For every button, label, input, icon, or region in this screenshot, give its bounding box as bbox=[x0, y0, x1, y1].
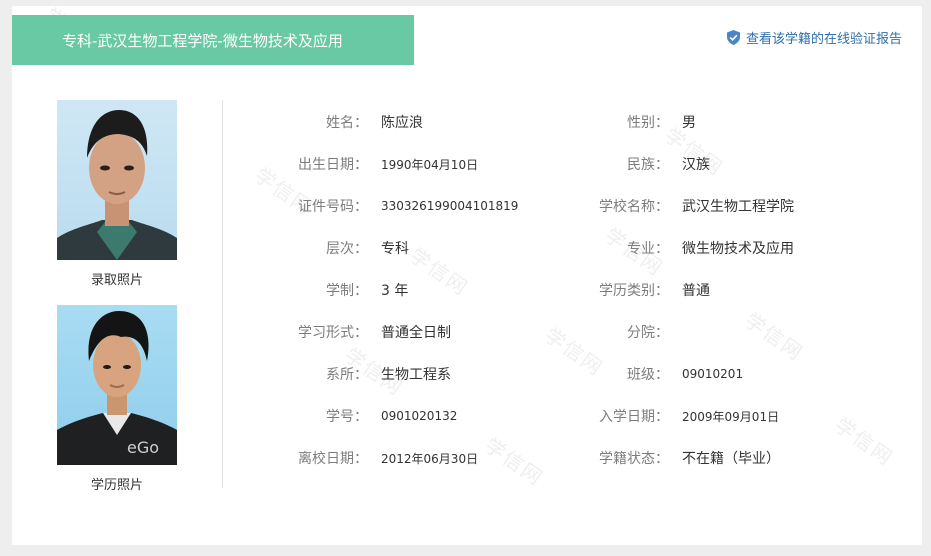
shield-check-icon bbox=[726, 30, 740, 45]
field-value: 普通全日制 bbox=[381, 325, 451, 341]
field-value: 330326199004101819 bbox=[381, 199, 519, 213]
field-label: 性别： bbox=[627, 115, 669, 131]
student-record-card: 学信网 学信网 学信网 学信网 学信网 学信网 学信网 学信网 学信网 学信网 … bbox=[12, 6, 922, 545]
field-label: 学制： bbox=[326, 283, 368, 299]
degree-photo-caption: 学历照片 bbox=[90, 478, 143, 493]
page-title-text: 专科-武汉生物工程学院-微生物技术及应用 bbox=[62, 31, 343, 50]
field-value: 1990年04月10日 bbox=[381, 157, 479, 172]
field-label: 证件号码： bbox=[298, 199, 368, 215]
page-title: 专科-武汉生物工程学院-微生物技术及应用 bbox=[12, 15, 414, 65]
field-label: 离校日期： bbox=[298, 451, 368, 467]
admission-photo-caption: 录取照片 bbox=[90, 273, 143, 288]
field-value: 2012年06月30日 bbox=[381, 451, 479, 466]
field-value: 普通 bbox=[682, 283, 710, 299]
field-value: 专科 bbox=[381, 241, 409, 257]
field-label: 分院： bbox=[627, 325, 669, 341]
field-label: 入学日期： bbox=[599, 409, 669, 425]
field-value: 3 年 bbox=[381, 283, 409, 299]
field-label: 学历类别： bbox=[599, 283, 669, 299]
field-label: 学号： bbox=[326, 409, 368, 425]
field-value: 陈应浪 bbox=[381, 115, 423, 131]
watermark: 学信网 bbox=[830, 412, 899, 471]
field-value: 男 bbox=[682, 115, 696, 131]
field-value: 0901020132 bbox=[381, 409, 458, 423]
field-label: 层次： bbox=[326, 241, 368, 257]
field-value: 武汉生物工程学院 bbox=[682, 199, 794, 215]
field-value: 2009年09月01日 bbox=[682, 409, 780, 424]
field-label: 学习形式： bbox=[298, 325, 368, 341]
field-value: 生物工程系 bbox=[381, 367, 451, 383]
field-label: 姓名： bbox=[326, 115, 368, 131]
field-label: 班级： bbox=[627, 367, 669, 383]
field-value: 微生物技术及应用 bbox=[682, 241, 794, 257]
photos-column: 录取照片 eGo 学历照片 bbox=[57, 100, 177, 493]
field-label: 学校名称： bbox=[599, 199, 669, 215]
verify-report-link[interactable]: 查看该学籍的在线验证报告 bbox=[726, 28, 902, 47]
field-label: 系所： bbox=[326, 367, 368, 383]
field-label: 学籍状态： bbox=[599, 451, 669, 467]
watermark: 学信网 bbox=[740, 307, 809, 366]
field-label: 专业： bbox=[627, 241, 669, 257]
verify-report-link-text: 查看该学籍的在线验证报告 bbox=[745, 32, 902, 47]
field-value: 汉族 bbox=[682, 157, 710, 173]
degree-photo: eGo bbox=[57, 305, 177, 465]
field-label: 民族： bbox=[627, 157, 669, 173]
admission-photo bbox=[57, 100, 177, 260]
watermark: 学信网 bbox=[405, 242, 474, 301]
field-value: 不在籍（毕业） bbox=[682, 451, 780, 467]
field-value: 09010201 bbox=[682, 367, 744, 381]
field-label: 出生日期： bbox=[298, 157, 368, 173]
svg-text:eGo: eGo bbox=[127, 438, 159, 457]
